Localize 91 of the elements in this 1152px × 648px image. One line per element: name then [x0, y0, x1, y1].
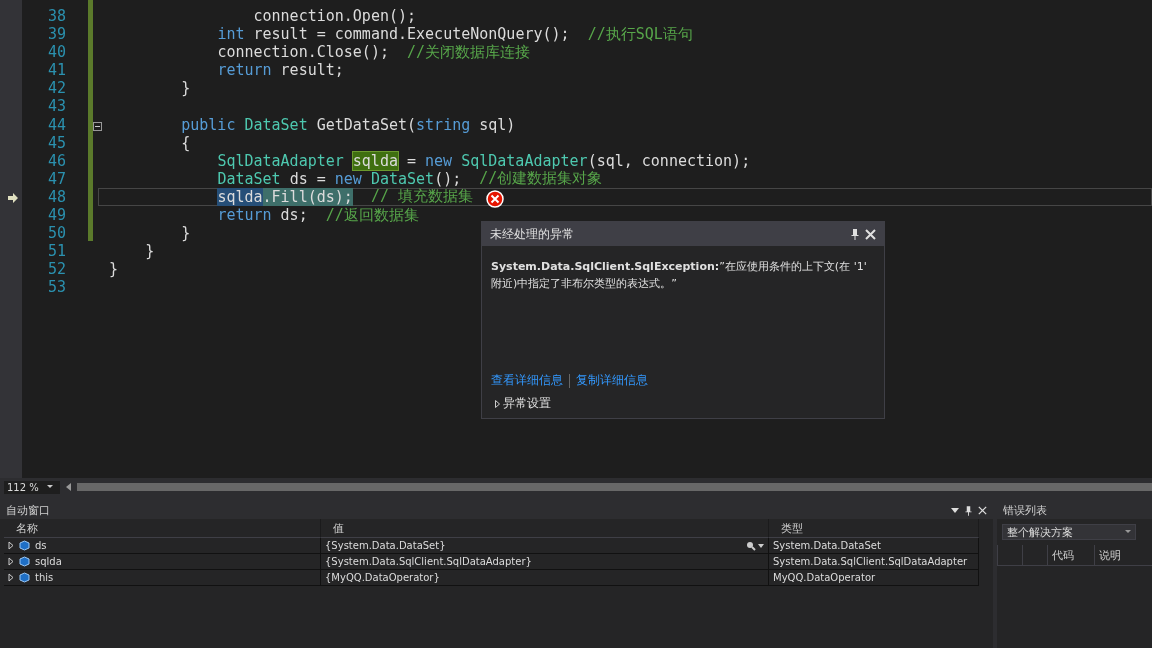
pin-icon[interactable] [851, 228, 859, 240]
variable-name: sqlda [35, 556, 62, 567]
code-text: //返回数据集 [325, 205, 419, 225]
exception-message: System.Data.SqlClient.SqlException:”在应使用条件的上下文(在 '1' 附近)中指定了非布尔类型的表达式。” [491, 259, 868, 292]
close-icon[interactable] [865, 228, 876, 240]
variable-value: {System.Data.DataSet} [325, 540, 447, 551]
horizontal-scrollbar[interactable] [77, 483, 1152, 491]
code-text: { [181, 133, 191, 152]
code-text: sqlda [352, 151, 398, 170]
table-cell: System.Data.DataSet [769, 538, 979, 554]
pin-icon[interactable] [965, 504, 972, 516]
code-text: int [217, 25, 245, 44]
zoom-dropdown[interactable]: 112 % [4, 480, 60, 494]
magnifier-icon[interactable] [746, 540, 764, 551]
code-text: new [334, 169, 362, 188]
scope-dropdown[interactable]: 整个解决方案 [1002, 524, 1136, 540]
code-text: .Fill(ds); [262, 188, 353, 206]
code-text: (); [434, 169, 463, 188]
popup-title: 未经处理的异常 [490, 225, 574, 243]
code-text: new [425, 151, 453, 170]
column-header[interactable]: 说明 [1094, 545, 1149, 565]
line-number: 40 [47, 43, 66, 62]
collapse-icon[interactable] [93, 121, 102, 131]
code-text: //关闭数据库连接 [407, 42, 531, 62]
scroll-left-icon[interactable] [66, 483, 71, 491]
code-text: sqlda [217, 188, 263, 206]
code-text: DataSet [217, 169, 281, 188]
code-text: ds = [289, 169, 327, 188]
variable-name: ds [35, 540, 47, 551]
code-text: result = command.ExecuteNonQuery(); [253, 25, 571, 44]
copy-details-link[interactable]: 复制详细信息 [576, 372, 648, 389]
code-text: DataSet [370, 169, 435, 188]
line-number: 52 [47, 260, 66, 279]
code-text: return [217, 61, 272, 80]
code-text: //执行SQL语句 [587, 24, 693, 44]
code-text: string [416, 115, 471, 134]
panel-title: 错误列表 [1003, 502, 1047, 518]
variable-name: this [35, 572, 54, 583]
code-text: result; [280, 61, 344, 80]
panel-title: 自动窗口 [6, 502, 50, 518]
line-number: 41 [47, 61, 66, 80]
variable-value: {System.Data.SqlClient.SqlDataAdapter} [325, 556, 533, 567]
close-icon[interactable] [978, 505, 987, 515]
code-text: //创建数据集对象 [479, 169, 603, 189]
line-number: 53 [47, 278, 66, 297]
code-text: ds; [280, 206, 309, 225]
code-text: connection.Open(); [253, 7, 417, 26]
line-number: 46 [47, 151, 66, 170]
code-text: connection.Close(); [217, 43, 390, 62]
code-text: // 填充数据集 [370, 187, 473, 207]
code-text: (sql, connection); [587, 151, 751, 170]
line-number: 38 [47, 7, 66, 26]
line-number: 50 [47, 224, 66, 243]
table-cell: MyQQ.DataOperator [769, 570, 979, 586]
line-number: 42 [47, 79, 66, 98]
code-text: } [109, 260, 119, 279]
code-text: DataSet [244, 115, 308, 134]
code-text: return [217, 206, 272, 225]
error-icon [486, 190, 504, 208]
dropdown-icon[interactable] [951, 507, 959, 513]
code-text: GetDataSet( [316, 115, 417, 134]
line-number: 48 [47, 187, 66, 207]
column-header[interactable]: 类型 [769, 519, 979, 538]
object-icon [19, 572, 30, 583]
line-number: 43 [47, 97, 66, 116]
code-text: = [407, 151, 418, 170]
code-text: SqlDataAdapter [217, 151, 344, 170]
exception-settings-toggle[interactable]: 异常设置 [491, 395, 555, 412]
line-number: 44 [47, 115, 66, 134]
code-text: } [145, 242, 155, 261]
line-number: 39 [47, 25, 66, 44]
line-number: 45 [47, 133, 66, 152]
column-header[interactable]: 值 [321, 519, 769, 538]
view-details-link[interactable]: 查看详细信息 [491, 372, 563, 389]
code-text: SqlDataAdapter [461, 151, 588, 170]
code-text: } [181, 224, 191, 243]
line-number: 47 [47, 169, 66, 188]
code-text: sql) [479, 115, 516, 134]
column-header[interactable]: 代码 [1047, 545, 1094, 565]
column-header[interactable]: 名称 [4, 519, 321, 538]
variable-value: {MyQQ.DataOperator} [325, 572, 441, 583]
table-cell: System.Data.SqlClient.SqlDataAdapter [769, 554, 979, 570]
code-text: } [181, 79, 191, 98]
line-number: 51 [47, 242, 66, 261]
expand-icon[interactable] [495, 399, 500, 408]
line-number: 49 [47, 206, 66, 225]
object-icon [19, 540, 30, 551]
code-text: public [181, 115, 236, 134]
caret-icon[interactable] [1125, 530, 1131, 534]
object-icon [19, 556, 30, 567]
caret-icon[interactable] [46, 485, 53, 489]
